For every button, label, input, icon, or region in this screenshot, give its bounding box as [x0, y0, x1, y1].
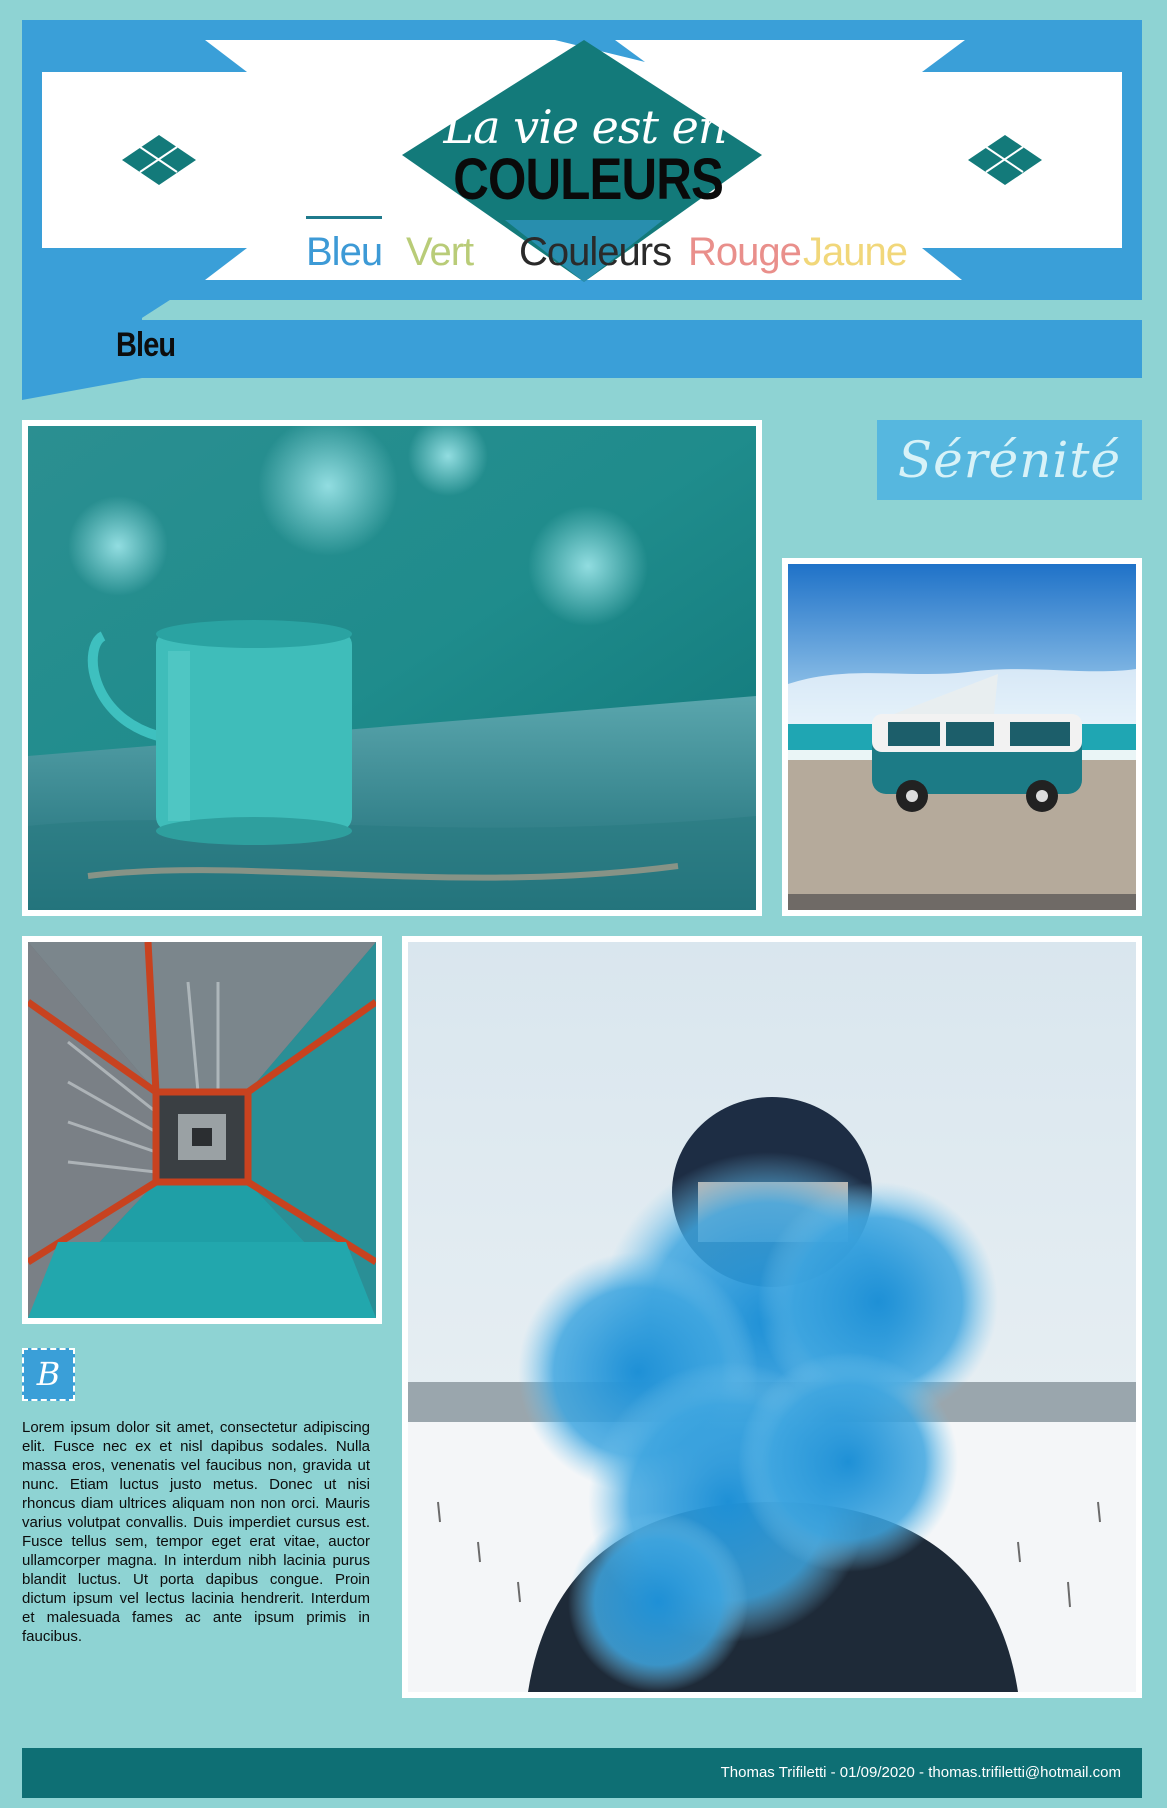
- diamond-ornament-icon: [968, 135, 1042, 185]
- stairs-image: [28, 942, 376, 1318]
- photo-van[interactable]: [782, 558, 1142, 916]
- section-title: Bleu: [116, 326, 176, 364]
- article-body: Lorem ipsum dolor sit amet, consectetur …: [22, 1419, 370, 1645]
- footer-credits: Thomas Trifiletti - 01/09/2020 - thomas.…: [720, 1764, 1121, 1781]
- site-title: COULEURS: [453, 147, 724, 212]
- tag-serenite: Sérénité: [897, 431, 1122, 489]
- photo-mug[interactable]: [22, 420, 762, 916]
- nav-rouge[interactable]: Rouge: [688, 230, 802, 275]
- photo-smoke[interactable]: [402, 936, 1142, 1698]
- nav-bleu[interactable]: Bleu: [306, 216, 383, 275]
- nav-vert[interactable]: Vert: [406, 230, 474, 275]
- smoke-image: [408, 942, 1136, 1692]
- photo-stairs[interactable]: [22, 936, 382, 1324]
- diamond-ornament-icon: [122, 135, 196, 185]
- nav-jaune[interactable]: Jaune: [803, 230, 908, 275]
- nav-couleurs[interactable]: Couleurs: [519, 230, 672, 275]
- article-badge: B: [22, 1348, 75, 1401]
- mug-image: [28, 426, 756, 910]
- van-image: [788, 564, 1136, 910]
